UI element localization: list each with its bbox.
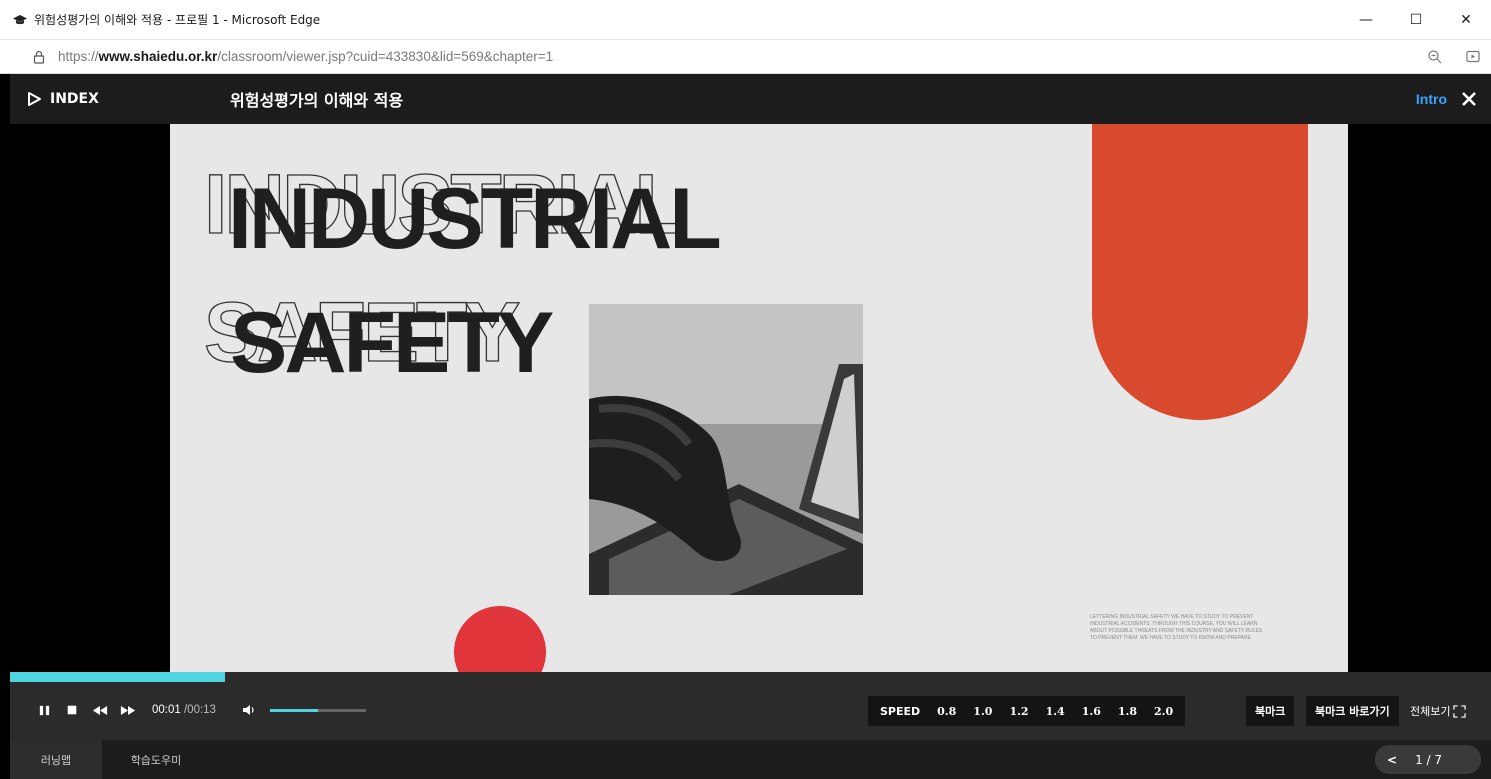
fullscreen-label: 전체보기 xyxy=(1410,705,1451,718)
volume-fill xyxy=(269,708,318,712)
player-controls: 00:01 /00:13 SPEED 0.8 1.0 1.2 1.4 1.6 1… xyxy=(10,682,1491,740)
speed-0.8[interactable]: 0.8 xyxy=(937,705,956,718)
lock-icon[interactable] xyxy=(32,50,46,64)
maximize-button[interactable]: ☐ xyxy=(1391,0,1441,40)
course-title: 위험성평가의 이해와 적용 xyxy=(230,91,404,110)
minimize-button[interactable]: — xyxy=(1341,0,1391,40)
prev-page-button[interactable]: < xyxy=(1387,753,1397,767)
red-circle xyxy=(454,606,546,672)
speed-2.0[interactable]: 2.0 xyxy=(1154,705,1173,718)
letterbox-right xyxy=(1348,124,1491,672)
progress-bar[interactable] xyxy=(10,672,1491,682)
bottom-bar: 러닝맵 학습도우미 < 1 / 7 xyxy=(10,740,1491,779)
speed-1.6[interactable]: 1.6 xyxy=(1082,705,1101,718)
close-window-button[interactable]: ✕ xyxy=(1441,0,1491,40)
speed-1.2[interactable]: 1.2 xyxy=(1009,705,1028,718)
close-icon xyxy=(1462,92,1476,106)
page-navigator: < 1 / 7 xyxy=(1375,745,1481,774)
play-outline-icon xyxy=(28,92,41,106)
window-controls: — ☐ ✕ xyxy=(1341,0,1491,40)
intro-label: Intro xyxy=(1415,91,1447,107)
fullscreen-button[interactable]: 전체보기 xyxy=(1410,696,1467,726)
volume-slider[interactable] xyxy=(269,708,366,712)
address-bar: https://www.shaiedu.or.kr/classroom/view… xyxy=(0,40,1491,74)
bookmark-goto-button[interactable]: 북마크 바로가기 xyxy=(1306,696,1399,726)
tab-learning-map[interactable]: 러닝맵 xyxy=(10,740,102,779)
speed-1.8[interactable]: 1.8 xyxy=(1118,705,1137,718)
headline-line1: INDUSTRIAL xyxy=(228,171,722,267)
rewind-button[interactable] xyxy=(92,702,108,718)
speed-1.0[interactable]: 1.0 xyxy=(973,705,992,718)
left-edge xyxy=(0,74,10,779)
speed-1.4[interactable]: 1.4 xyxy=(1046,705,1065,718)
orange-shape xyxy=(1092,124,1308,420)
time-display: 00:01 /00:13 xyxy=(152,704,216,716)
zoom-out-icon[interactable] xyxy=(1427,49,1443,65)
playback-controls: 00:01 /00:13 xyxy=(36,702,366,718)
index-button[interactable]: INDEX xyxy=(26,91,99,107)
url-text[interactable]: https://www.shaiedu.or.kr/classroom/view… xyxy=(58,49,553,64)
bookmark-button[interactable]: 북마크 xyxy=(1246,696,1295,726)
immersive-reader-icon[interactable] xyxy=(1465,49,1481,65)
forward-button[interactable] xyxy=(120,702,136,718)
rewind-icon xyxy=(92,705,108,715)
headline-line2: SAFETY xyxy=(230,295,554,391)
viewer-header: INDEX 위험성평가의 이해와 적용 Intro xyxy=(10,74,1491,124)
letterbox-left xyxy=(10,124,170,672)
stop-button[interactable] xyxy=(64,702,80,718)
window-title: 위험성평가의 이해와 적용 - 프로필 1 - Microsoft Edge xyxy=(34,13,321,27)
address-icons xyxy=(1427,40,1481,74)
volume-icon[interactable] xyxy=(242,703,256,717)
slide-body-text: LETTERING INDUSTRIAL SAFETY WE HAVE TO S… xyxy=(1090,614,1263,641)
speed-label: SPEED xyxy=(880,704,921,718)
stop-icon xyxy=(67,705,77,715)
graduation-cap-icon xyxy=(13,14,27,24)
index-label: INDEX xyxy=(50,91,99,107)
lesson-slide[interactable]: INDUSTRIAL INDUSTRIAL SAFETY SAFETY LETT… xyxy=(170,124,1348,672)
fast-forward-icon xyxy=(120,705,136,715)
close-viewer-button[interactable] xyxy=(1457,87,1481,111)
laptop-typing-image xyxy=(589,304,863,595)
pause-icon xyxy=(39,705,49,715)
progress-fill xyxy=(10,672,225,682)
page-indicator: 1 / 7 xyxy=(1415,752,1443,767)
speed-selector: SPEED 0.8 1.0 1.2 1.4 1.6 1.8 2.0 xyxy=(868,696,1186,726)
laptop-photo xyxy=(589,304,863,595)
fullscreen-icon xyxy=(1453,704,1467,718)
window-titlebar: 위험성평가의 이해와 적용 - 프로필 1 - Microsoft Edge —… xyxy=(0,0,1491,40)
tab-learning-helper[interactable]: 학습도우미 xyxy=(104,740,208,779)
pause-button[interactable] xyxy=(36,702,52,718)
